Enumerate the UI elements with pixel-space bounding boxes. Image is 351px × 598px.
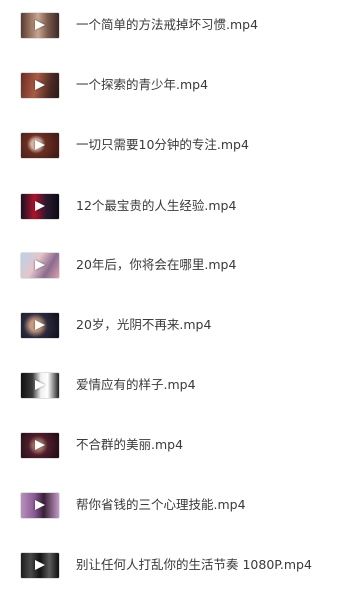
- play-icon: [35, 439, 45, 450]
- video-thumbnail-icon: [21, 12, 59, 38]
- play-icon: [35, 200, 45, 211]
- video-thumbnail-icon: [21, 372, 59, 398]
- video-thumbnail-icon: [21, 193, 59, 219]
- file-name: 一个简单的方法戒掉坏习惯.mp4: [76, 17, 259, 32]
- video-thumbnail-icon: [21, 492, 59, 518]
- play-icon: [35, 379, 45, 390]
- file-item[interactable]: 帮你省钱的三个心理技能.mp4: [0, 485, 351, 525]
- file-item[interactable]: 别让任何人打乱你的生活节奏 1080P.mp4: [0, 545, 351, 585]
- file-name: 帮你省钱的三个心理技能.mp4: [76, 497, 246, 512]
- play-icon: [35, 319, 45, 330]
- video-thumbnail-icon: [21, 132, 59, 158]
- file-name: 不合群的美丽.mp4: [76, 437, 184, 452]
- file-item[interactable]: 一个探索的青少年.mp4: [0, 65, 351, 105]
- file-name: 别让任何人打乱你的生活节奏 1080P.mp4: [76, 557, 312, 572]
- play-icon: [35, 139, 45, 150]
- video-thumbnail-icon: [21, 252, 59, 278]
- file-name: 20岁，光阴不再来.mp4: [76, 317, 212, 332]
- file-item[interactable]: 20年后，你将会在哪里.mp4: [0, 245, 351, 285]
- file-item[interactable]: 12个最宝贵的人生经验.mp4: [0, 186, 351, 226]
- play-icon: [35, 559, 45, 570]
- video-thumbnail-icon: [21, 312, 59, 338]
- file-item[interactable]: 一切只需要10分钟的专注.mp4: [0, 125, 351, 165]
- file-name: 20年后，你将会在哪里.mp4: [76, 257, 237, 272]
- file-name: 一切只需要10分钟的专注.mp4: [76, 137, 249, 152]
- play-icon: [35, 79, 45, 90]
- file-name: 12个最宝贵的人生经验.mp4: [76, 198, 237, 213]
- video-thumbnail-icon: [21, 552, 59, 578]
- file-item[interactable]: 20岁，光阴不再来.mp4: [0, 305, 351, 345]
- file-item[interactable]: 爱情应有的样子.mp4: [0, 365, 351, 405]
- file-item[interactable]: 不合群的美丽.mp4: [0, 425, 351, 465]
- file-name: 爱情应有的样子.mp4: [76, 377, 196, 392]
- video-thumbnail-icon: [21, 432, 59, 458]
- file-list: 一个简单的方法戒掉坏习惯.mp4 一个探索的青少年.mp4 一切只需要10分钟的…: [0, 0, 351, 598]
- play-icon: [35, 499, 45, 510]
- play-icon: [35, 259, 45, 270]
- file-item[interactable]: 一个简单的方法戒掉坏习惯.mp4: [0, 5, 351, 45]
- play-icon: [35, 19, 45, 30]
- video-thumbnail-icon: [21, 72, 59, 98]
- file-name: 一个探索的青少年.mp4: [76, 77, 209, 92]
